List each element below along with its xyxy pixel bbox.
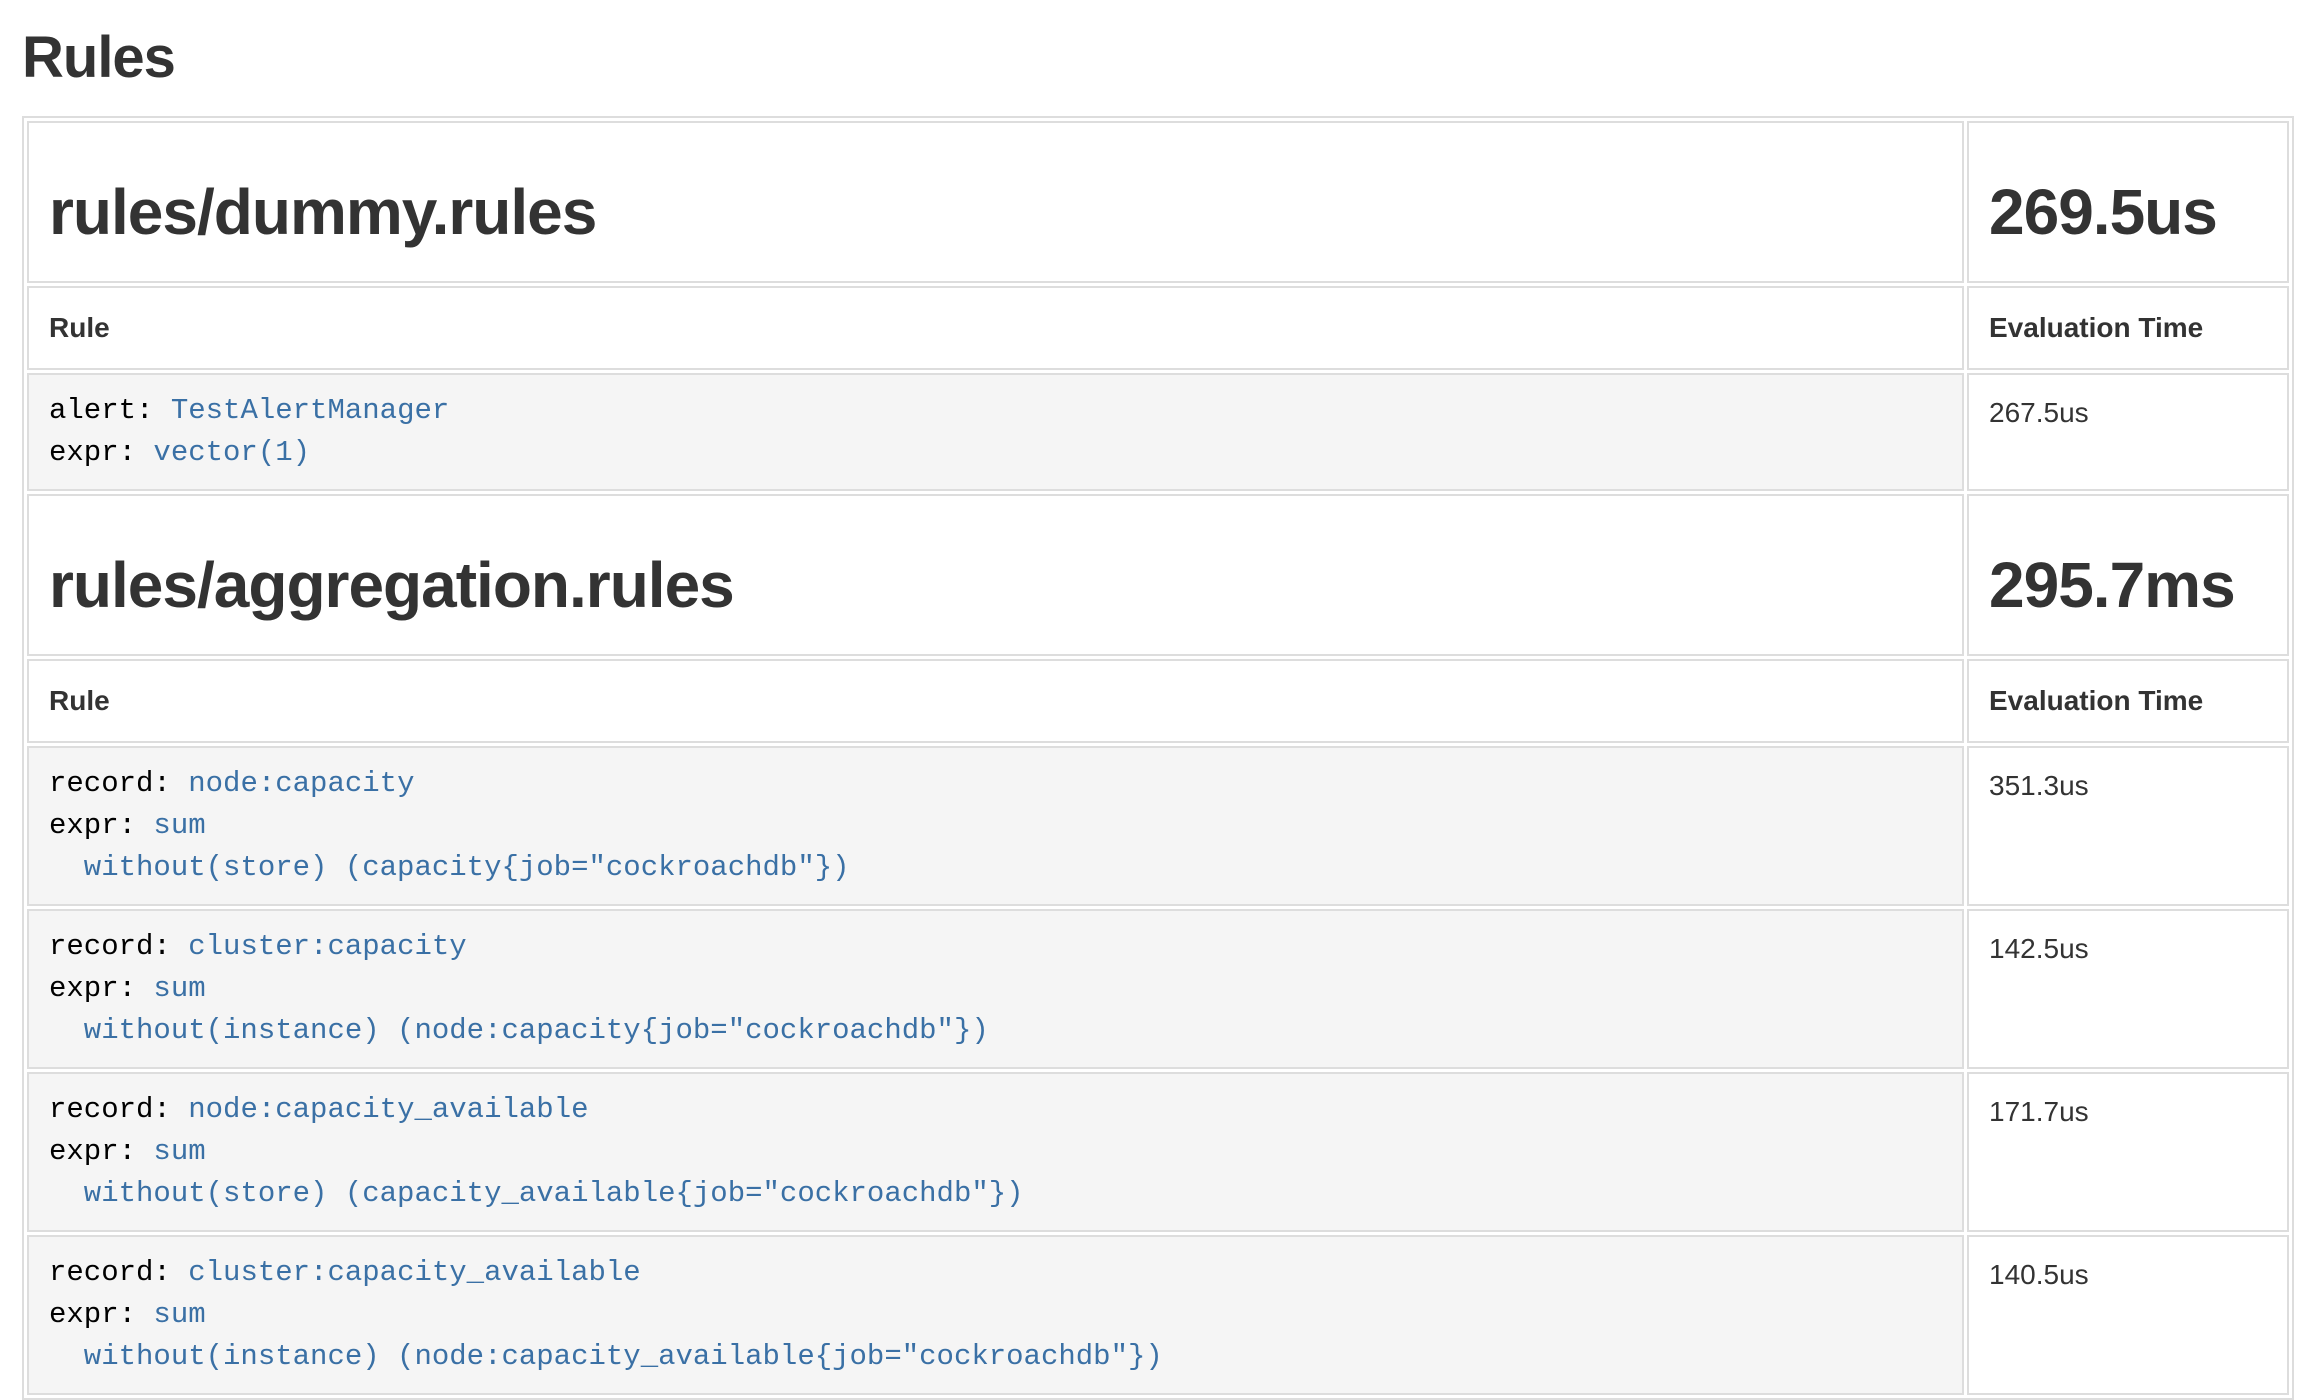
- rule-name-link[interactable]: node:capacity: [188, 767, 414, 800]
- rule-expr-link[interactable]: sum without(instance) (node:capacity{job…: [49, 972, 989, 1047]
- expr-keyword: expr:: [49, 972, 136, 1005]
- evaluation-time-cell: 142.5us: [1967, 909, 2289, 1069]
- rule-cell: record: node:capacity_available expr: su…: [27, 1072, 1964, 1232]
- rule-keyword: alert:: [49, 394, 153, 427]
- rules-table: rules/dummy.rules269.5usRuleEvaluation T…: [22, 116, 2294, 1400]
- rule-row: record: node:capacity expr: sum without(…: [27, 746, 2289, 906]
- rule-group-total-time: 295.7ms: [1967, 494, 2289, 656]
- rule-expr-link[interactable]: sum without(store) (capacity_available{j…: [49, 1135, 1024, 1210]
- rule-name-link[interactable]: cluster:capacity_available: [188, 1256, 640, 1289]
- rule-cell: alert: TestAlertManager expr: vector(1): [27, 373, 1964, 491]
- rule-expr-link[interactable]: vector(1): [153, 436, 310, 469]
- rule-keyword: record:: [49, 1093, 171, 1126]
- rule-column-header: Rule: [27, 286, 1964, 370]
- column-header-row: RuleEvaluation Time: [27, 286, 2289, 370]
- expr-keyword: expr:: [49, 809, 136, 842]
- evaluation-time-column-header: Evaluation Time: [1967, 659, 2289, 743]
- rule-expr-link[interactable]: sum without(instance) (node:capacity_ava…: [49, 1298, 1163, 1373]
- rule-keyword: record:: [49, 1256, 171, 1289]
- rule-cell: record: cluster:capacity_available expr:…: [27, 1235, 1964, 1395]
- evaluation-time-cell: 351.3us: [1967, 746, 2289, 906]
- evaluation-time-cell: 140.5us: [1967, 1235, 2289, 1395]
- rule-name-link[interactable]: TestAlertManager: [171, 394, 449, 427]
- rule-expr-link[interactable]: sum without(store) (capacity{job="cockro…: [49, 809, 850, 884]
- rule-row: record: node:capacity_available expr: su…: [27, 1072, 2289, 1232]
- rule-name-link[interactable]: cluster:capacity: [188, 930, 466, 963]
- rule-group-header-row: rules/aggregation.rules295.7ms: [27, 494, 2289, 656]
- rule-cell: record: node:capacity expr: sum without(…: [27, 746, 1964, 906]
- rule-group-total-time: 269.5us: [1967, 121, 2289, 283]
- expr-keyword: expr:: [49, 1135, 136, 1168]
- rule-group-file: rules/aggregation.rules: [27, 494, 1964, 656]
- column-header-row: RuleEvaluation Time: [27, 659, 2289, 743]
- expr-keyword: expr:: [49, 1298, 136, 1331]
- evaluation-time-cell: 267.5us: [1967, 373, 2289, 491]
- evaluation-time-cell: 171.7us: [1967, 1072, 2289, 1232]
- expr-keyword: expr:: [49, 436, 136, 469]
- rule-column-header: Rule: [27, 659, 1964, 743]
- rule-row: alert: TestAlertManager expr: vector(1)2…: [27, 373, 2289, 491]
- rule-row: record: cluster:capacity_available expr:…: [27, 1235, 2289, 1395]
- rules-page: Rules rules/dummy.rules269.5usRuleEvalua…: [0, 26, 2316, 1400]
- rule-cell: record: cluster:capacity expr: sum witho…: [27, 909, 1964, 1069]
- rule-row: record: cluster:capacity expr: sum witho…: [27, 909, 2289, 1069]
- evaluation-time-column-header: Evaluation Time: [1967, 286, 2289, 370]
- rule-group-file: rules/dummy.rules: [27, 121, 1964, 283]
- rule-name-link[interactable]: node:capacity_available: [188, 1093, 588, 1126]
- rule-keyword: record:: [49, 930, 171, 963]
- rule-keyword: record:: [49, 767, 171, 800]
- page-title: Rules: [22, 26, 2294, 90]
- rule-group-header-row: rules/dummy.rules269.5us: [27, 121, 2289, 283]
